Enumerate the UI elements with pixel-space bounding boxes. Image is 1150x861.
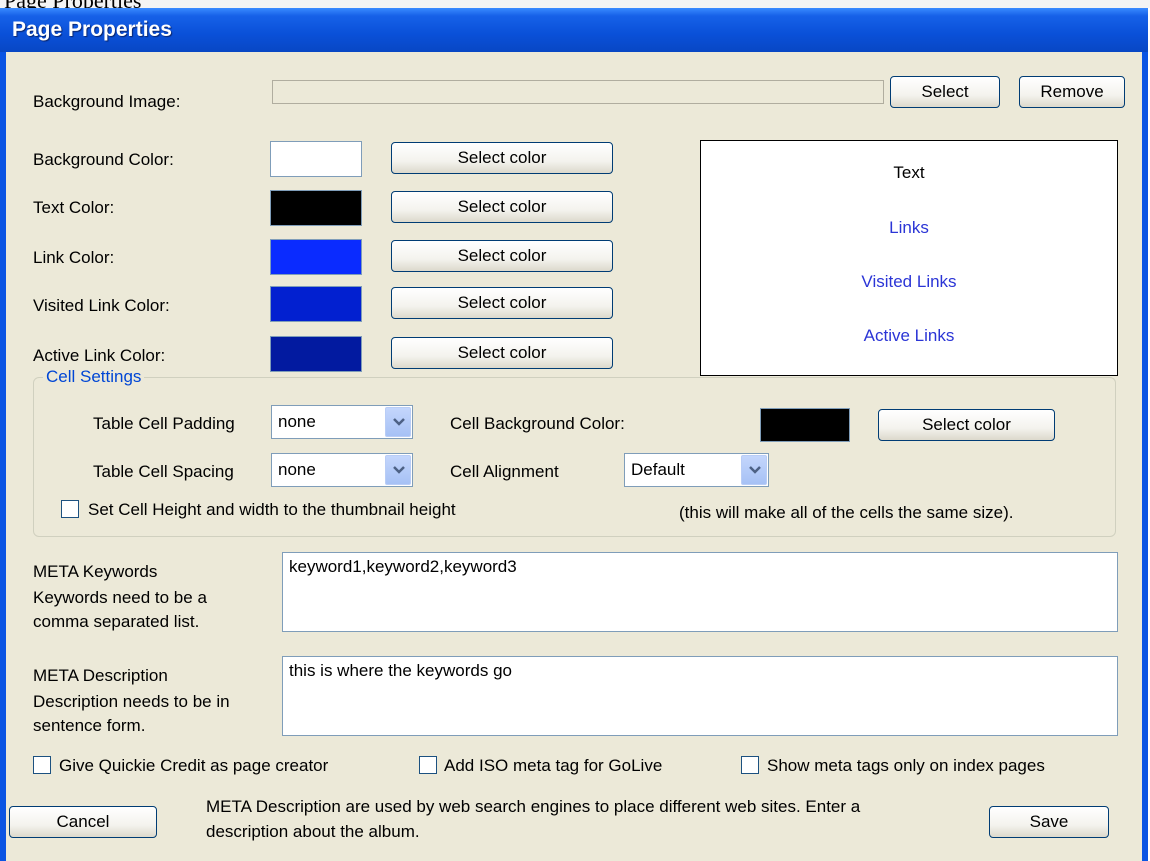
dialog-client-area: Background Image: Select Remove Backgrou… — [6, 52, 1142, 861]
background-color-label: Background Color: — [33, 150, 174, 169]
visited-link-color-swatch — [270, 286, 362, 322]
thumbnail-size-checkbox[interactable] — [61, 500, 79, 518]
background-color-swatch — [270, 141, 362, 177]
remove-background-image-button[interactable]: Remove — [1019, 76, 1125, 108]
cell-padding-select[interactable]: none — [271, 405, 413, 439]
cell-spacing-value: none — [278, 460, 316, 479]
cell-padding-value: none — [278, 412, 316, 431]
cancel-button[interactable]: Cancel — [9, 806, 157, 838]
footer-info-line2: description about the album. — [206, 822, 420, 841]
preview-active-links: Active Links — [863, 326, 955, 345]
text-color-label: Text Color: — [33, 198, 115, 217]
link-color-swatch — [270, 239, 362, 275]
active-link-color-label: Active Link Color: — [33, 346, 166, 365]
background-window-title: Page Properties — [4, 0, 141, 8]
visited-link-color-label: Visited Link Color: — [33, 296, 170, 315]
thumbnail-size-label: Set Cell Height and width to the thumbna… — [88, 500, 456, 519]
chevron-down-icon[interactable] — [385, 455, 411, 485]
cell-settings-title: Cell Settings — [43, 367, 145, 387]
select-active-link-color-button[interactable]: Select color — [391, 337, 613, 369]
select-background-color-button[interactable]: Select color — [391, 142, 613, 174]
select-link-color-button[interactable]: Select color — [391, 240, 613, 272]
cell-alignment-label: Cell Alignment — [450, 462, 559, 481]
color-preview-box: Text Links Visited Links Active Links — [700, 140, 1118, 376]
cell-alignment-select[interactable]: Default — [624, 453, 769, 487]
page-properties-dialog: Page Properties Background Image: Select… — [0, 8, 1148, 861]
save-button[interactable]: Save — [989, 806, 1109, 838]
background-image-field[interactable] — [272, 80, 884, 104]
text-color-swatch — [270, 190, 362, 226]
footer-info-line1: META Description are used by web search … — [206, 797, 861, 816]
thumbnail-size-note: (this will make all of the cells the sam… — [679, 503, 1014, 522]
meta-keywords-hint-line2: comma separated list. — [33, 612, 200, 631]
select-text-color-button[interactable]: Select color — [391, 191, 613, 223]
meta-keywords-hint-line1: Keywords need to be a — [33, 588, 207, 607]
meta-description-textarea[interactable]: this is where the keywords go — [282, 656, 1118, 736]
cell-alignment-value: Default — [631, 460, 685, 479]
preview-links: Links — [889, 218, 929, 237]
quickie-credit-checkbox[interactable] — [33, 756, 51, 774]
iso-meta-tag-checkbox[interactable] — [419, 756, 437, 774]
meta-description-label: META Description — [33, 666, 168, 685]
background-image-label: Background Image: — [33, 92, 181, 111]
preview-text: Text — [893, 163, 925, 182]
index-only-meta-checkbox[interactable] — [741, 756, 759, 774]
iso-meta-tag-label: Add ISO meta tag for GoLive — [444, 756, 663, 775]
active-link-color-swatch — [270, 336, 362, 372]
window-title: Page Properties — [12, 18, 172, 41]
preview-visited-links: Visited Links — [861, 272, 957, 291]
title-bar[interactable]: Page Properties — [0, 8, 1148, 52]
meta-description-hint-line1: Description needs to be in — [33, 692, 230, 711]
select-cell-background-color-button[interactable]: Select color — [878, 409, 1055, 441]
link-color-label: Link Color: — [33, 248, 115, 267]
chevron-down-icon[interactable] — [385, 407, 411, 437]
meta-keywords-label: META Keywords — [33, 562, 158, 581]
background-window-strip: Page Properties — [0, 0, 1150, 8]
quickie-credit-label: Give Quickie Credit as page creator — [59, 756, 329, 775]
cell-padding-label: Table Cell Padding — [93, 414, 235, 433]
cell-spacing-label: Table Cell Spacing — [93, 462, 234, 481]
meta-keywords-textarea[interactable]: keyword1,keyword2,keyword3 — [282, 552, 1118, 632]
cell-background-color-label: Cell Background Color: — [450, 414, 625, 433]
index-only-meta-label: Show meta tags only on index pages — [767, 756, 1045, 775]
cell-spacing-select[interactable]: none — [271, 453, 413, 487]
meta-description-hint-line2: sentence form. — [33, 716, 146, 735]
cell-background-color-swatch — [760, 408, 850, 442]
select-background-image-button[interactable]: Select — [890, 76, 1000, 108]
chevron-down-icon[interactable] — [741, 455, 767, 485]
select-visited-link-color-button[interactable]: Select color — [391, 287, 613, 319]
